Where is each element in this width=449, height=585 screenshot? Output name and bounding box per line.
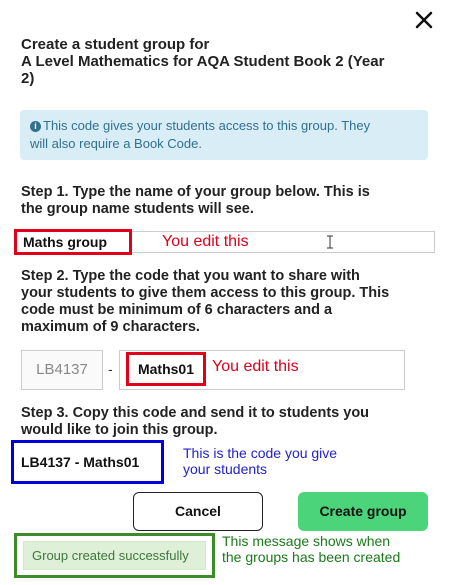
- code-prefix-field: LB4137: [21, 350, 103, 390]
- step2-annotation: You edit this: [212, 358, 299, 375]
- full-group-code: LB4137 - Maths01: [11, 440, 164, 484]
- step3-annotation-line-1: This is the code you give: [183, 445, 338, 461]
- close-icon[interactable]: [412, 8, 436, 32]
- dialog-title: Create a student group for A Level Mathe…: [21, 36, 421, 87]
- title-line-1: Create a student group for: [21, 36, 210, 53]
- text-cursor-icon: [326, 235, 334, 249]
- group-code-value[interactable]: Maths01: [126, 352, 206, 386]
- step1-line-1: Step 1. Type the name of your group belo…: [21, 184, 370, 200]
- step2-line-1: Step 2. Type the code that you want to s…: [21, 268, 360, 284]
- step3-annotation-line-2: your students: [183, 461, 268, 477]
- group-name-value[interactable]: Maths group: [14, 229, 132, 255]
- step1-annotation: You edit this: [162, 233, 249, 250]
- info-icon: i: [30, 121, 41, 132]
- info-text-line-1: This code gives your students access to …: [43, 118, 371, 133]
- status-annotation-line-2: the groups has been created: [222, 549, 401, 565]
- step2-line-2: your students to give them access to thi…: [21, 285, 390, 301]
- create-group-button[interactable]: Create group: [298, 492, 428, 531]
- success-message: Group created successfully: [23, 541, 206, 570]
- step3-instructions: Step 3. Copy this code and send it to st…: [21, 405, 431, 439]
- info-text-line-2: will also require a Book Code.: [30, 136, 202, 151]
- cancel-button[interactable]: Cancel: [133, 492, 263, 531]
- step2-line-4: maximum of 9 characters.: [21, 319, 200, 335]
- info-alert: i This code gives your students access to…: [20, 110, 428, 160]
- status-annotation-line-1: This message shows when: [222, 533, 391, 549]
- step2-line-3: code must be minimum of 6 characters and…: [21, 302, 333, 318]
- step3-line-2: would like to join this group.: [21, 422, 218, 438]
- step1-instructions: Step 1. Type the name of your group belo…: [21, 184, 431, 218]
- step3-line-1: Step 3. Copy this code and send it to st…: [21, 405, 370, 421]
- title-line-3: 2): [21, 70, 35, 87]
- title-line-2: A Level Mathematics for AQA Student Book…: [21, 53, 385, 70]
- step3-annotation: This is the code you give your students: [183, 445, 337, 477]
- step1-line-2: the group name students will see.: [21, 201, 254, 217]
- step2-instructions: Step 2. Type the code that you want to s…: [21, 268, 431, 336]
- status-annotation: This message shows when the groups has b…: [222, 533, 400, 565]
- status-highlight: Group created successfully: [14, 533, 215, 578]
- code-separator: -: [108, 361, 113, 377]
